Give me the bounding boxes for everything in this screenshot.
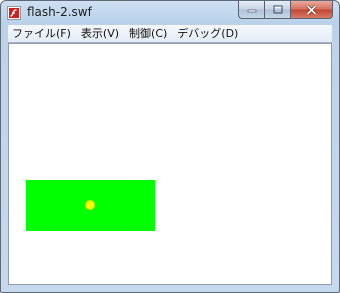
menu-view[interactable]: 表示(V) xyxy=(76,25,124,42)
window-title: flash-2.swf xyxy=(27,5,92,19)
menu-file[interactable]: ファイル(F) xyxy=(8,25,76,42)
flash-stage[interactable] xyxy=(8,43,332,285)
minimize-icon xyxy=(247,9,256,12)
flash-player-icon[interactable] xyxy=(7,6,21,20)
menu-control[interactable]: 制御(C) xyxy=(124,25,172,42)
menu-debug[interactable]: デバッグ(D) xyxy=(172,25,243,42)
close-button[interactable] xyxy=(290,1,333,19)
app-window: flash-2.swf ファイル(F) 表示(V) 制御(C) デバッグ(D) xyxy=(0,0,340,293)
menu-bar: ファイル(F) 表示(V) 制御(C) デバッグ(D) xyxy=(8,25,332,43)
minimize-button[interactable] xyxy=(238,1,264,19)
close-icon xyxy=(306,4,317,15)
yellow-dot xyxy=(86,201,94,209)
maximize-button[interactable] xyxy=(264,1,290,19)
maximize-icon xyxy=(273,5,282,14)
green-rectangle xyxy=(26,180,155,231)
caption-buttons xyxy=(238,1,333,20)
title-bar[interactable]: flash-2.swf xyxy=(1,1,339,25)
